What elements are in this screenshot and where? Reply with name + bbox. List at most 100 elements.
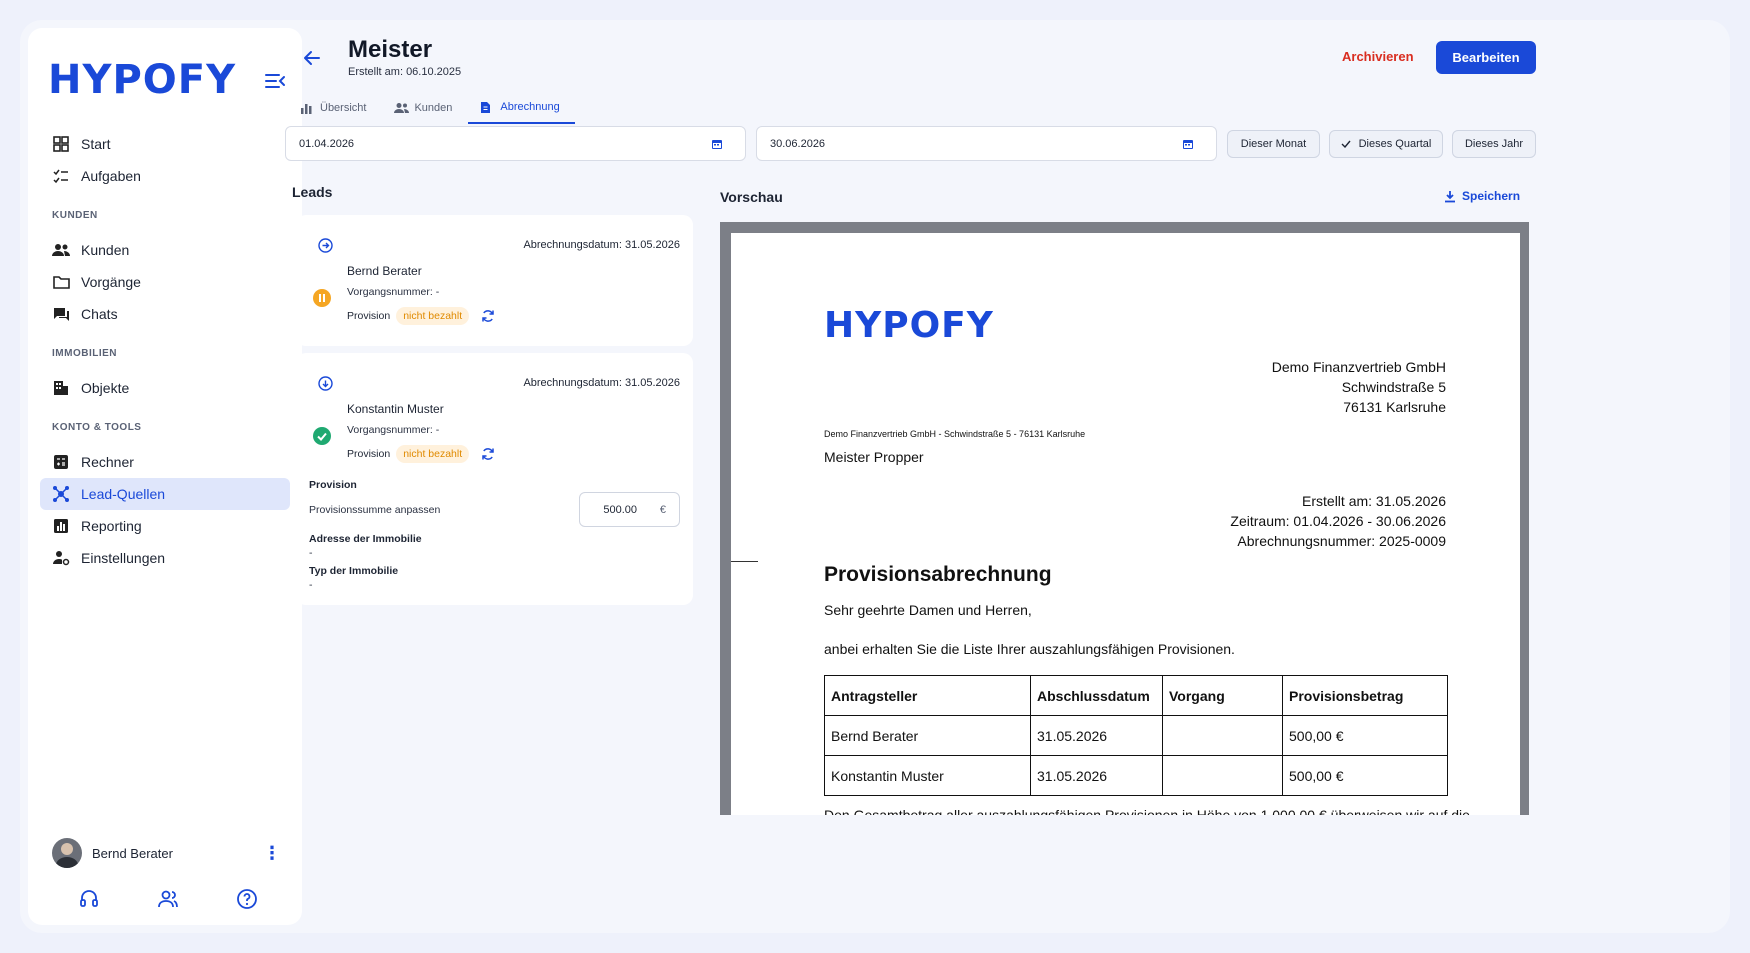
table-cell — [1162, 755, 1283, 796]
collapse-sidebar-icon[interactable] — [264, 72, 286, 90]
calendar-icon[interactable] — [711, 138, 723, 150]
table-cell: 500,00 € — [1282, 715, 1448, 756]
sidebar-item-aufgaben[interactable]: Aufgaben — [40, 160, 290, 192]
lead-card: Abrechnungsdatum: 31.05.2026 Bernd Berat… — [296, 215, 693, 346]
bar-chart-icon — [300, 102, 313, 115]
section-kunden: KUNDEN — [52, 210, 98, 221]
amount-value: 500.00 — [603, 503, 637, 516]
sidebar: HYPOFY Start Aufgaben KUNDEN Kunden Vorg… — [28, 28, 302, 925]
sidebar-item-objekte[interactable]: Objekte — [40, 372, 290, 404]
help-icon[interactable] — [236, 888, 258, 910]
company-address: Demo Finanzvertrieb GmbH Schwindstraße 5… — [1272, 357, 1446, 417]
provision-label: Provision — [347, 448, 391, 460]
provision-table: Antragsteller Abschlussdatum Vorgang Pro… — [824, 675, 1448, 796]
intro-text: anbei erhalten Sie die Liste Ihrer ausza… — [824, 641, 1235, 657]
table-row: Konstantin Muster 31.05.2026 500,00 € — [824, 755, 1448, 796]
user-profile[interactable]: Bernd Berater ⋮ — [52, 838, 282, 868]
check-circle-icon — [313, 427, 331, 445]
calendar-icon[interactable] — [1182, 138, 1194, 150]
invoice-icon — [480, 101, 493, 114]
chat-icon — [52, 305, 70, 323]
status-badge: nicht bezahlt — [396, 445, 470, 463]
sidebar-item-label: Vorgänge — [81, 274, 141, 290]
expand-circle-icon[interactable] — [318, 376, 333, 391]
table-header-row: Antragsteller Abschlussdatum Vorgang Pro… — [824, 675, 1448, 716]
tab-abrechnung[interactable]: Abrechnung — [468, 92, 576, 124]
date-from-field[interactable]: 01.04.2026 — [285, 126, 746, 161]
sidebar-item-label: Chats — [81, 306, 118, 322]
address-line: Demo Finanzvertrieb GmbH — [1271, 359, 1446, 375]
sidebar-item-start[interactable]: Start — [40, 128, 290, 160]
tab-bar: Übersicht Kunden Abrechnung — [288, 92, 579, 126]
pdf-page: HYPOFY Demo Finanzvertrieb GmbH Schwinds… — [731, 233, 1520, 815]
tab-label: Abrechnung — [500, 101, 560, 113]
tab-kunden[interactable]: Kunden — [382, 92, 464, 124]
people-icon — [52, 241, 70, 259]
status-badge: nicht bezahlt — [396, 307, 470, 325]
provision-label: Provision — [347, 310, 391, 322]
support-icon[interactable] — [78, 888, 100, 910]
refresh-icon[interactable] — [481, 447, 495, 461]
pdf-logo: HYPOFY — [824, 305, 994, 346]
provision-row: Provision nicht bezahlt — [347, 445, 495, 463]
date-to-field[interactable]: 30.06.2026 — [756, 126, 1217, 161]
expand-circle-icon[interactable] — [318, 238, 333, 253]
user-settings-icon — [52, 549, 70, 567]
download-icon — [1444, 190, 1456, 203]
sidebar-item-reporting[interactable]: Reporting — [40, 510, 290, 542]
column-header: Provisionsbetrag — [1282, 675, 1448, 716]
table-cell: Konstantin Muster — [824, 755, 1031, 796]
vorgang-number: Vorgangsnummer: - — [347, 424, 440, 436]
table-row: Bernd Berater 31.05.2026 500,00 € — [824, 715, 1448, 756]
table-cell — [1162, 715, 1283, 756]
meta-line: Erstellt am: 31.05.2026 — [1302, 493, 1446, 509]
sidebar-item-label: Lead-Quellen — [81, 486, 166, 502]
save-label: Speichern — [1462, 189, 1521, 203]
save-button[interactable]: Speichern — [1444, 189, 1520, 203]
vorgang-number: Vorgangsnummer: - — [347, 286, 440, 298]
date-from-value: 01.04.2026 — [299, 137, 355, 150]
sidebar-footer-icons — [78, 888, 258, 910]
filter-dieser-monat-button[interactable]: Dieser Monat — [1227, 130, 1320, 158]
refresh-icon[interactable] — [481, 309, 495, 323]
team-icon[interactable] — [157, 888, 179, 910]
filter-dieses-jahr-button[interactable]: Dieses Jahr — [1452, 130, 1536, 158]
button-label: Dieses Jahr — [1464, 138, 1524, 150]
leads-heading: Leads — [292, 184, 333, 200]
provision-amount-input[interactable]: 500.00 € — [579, 492, 680, 527]
tab-label: Übersicht — [320, 102, 367, 114]
filter-dieses-quartal-button[interactable]: Dieses Quartal — [1329, 130, 1443, 158]
sidebar-item-label: Kunden — [81, 242, 130, 258]
tab-uebersicht[interactable]: Übersicht — [288, 92, 378, 124]
grid-icon — [52, 135, 70, 153]
sidebar-item-label: Aufgaben — [81, 168, 141, 184]
pdf-preview[interactable]: HYPOFY Demo Finanzvertrieb GmbH Schwinds… — [720, 222, 1529, 815]
sidebar-item-label: Rechner — [81, 454, 134, 470]
sidebar-item-lead-quellen[interactable]: Lead-Quellen — [40, 478, 290, 510]
fold-mark — [731, 561, 758, 562]
property-type-label: Typ der Immobilie — [309, 565, 399, 577]
app-logo[interactable]: HYPOFY — [48, 57, 236, 103]
user-name: Bernd Berater — [92, 845, 173, 861]
sidebar-item-einstellungen[interactable]: Einstellungen — [40, 542, 290, 574]
meta-line: Abrechnungsnummer: 2025-0009 — [1237, 533, 1446, 549]
check-icon — [1341, 140, 1351, 148]
edit-button[interactable]: Bearbeiten — [1436, 41, 1536, 74]
sidebar-item-chats[interactable]: Chats — [40, 298, 290, 330]
checklist-icon — [52, 167, 70, 185]
chart-icon — [52, 517, 70, 535]
sidebar-item-rechner[interactable]: Rechner — [40, 446, 290, 478]
back-arrow-icon[interactable] — [302, 48, 322, 68]
billing-date: Abrechnungsdatum: 31.05.2026 — [523, 239, 680, 251]
address-label: Adresse der Immobilie — [309, 533, 422, 545]
currency-symbol: € — [659, 503, 666, 516]
sidebar-item-kunden[interactable]: Kunden — [40, 234, 290, 266]
document-heading: Provisionsabrechnung — [824, 563, 1052, 586]
table-cell: 31.05.2026 — [1030, 755, 1163, 796]
more-vertical-icon[interactable]: ⋮ — [262, 843, 282, 864]
archive-button[interactable]: Archivieren — [1342, 44, 1414, 68]
section-immobilien: IMMOBILIEN — [52, 348, 117, 359]
table-cell: 31.05.2026 — [1030, 715, 1163, 756]
sidebar-item-vorgaenge[interactable]: Vorgänge — [40, 266, 290, 298]
hub-icon — [52, 485, 70, 503]
